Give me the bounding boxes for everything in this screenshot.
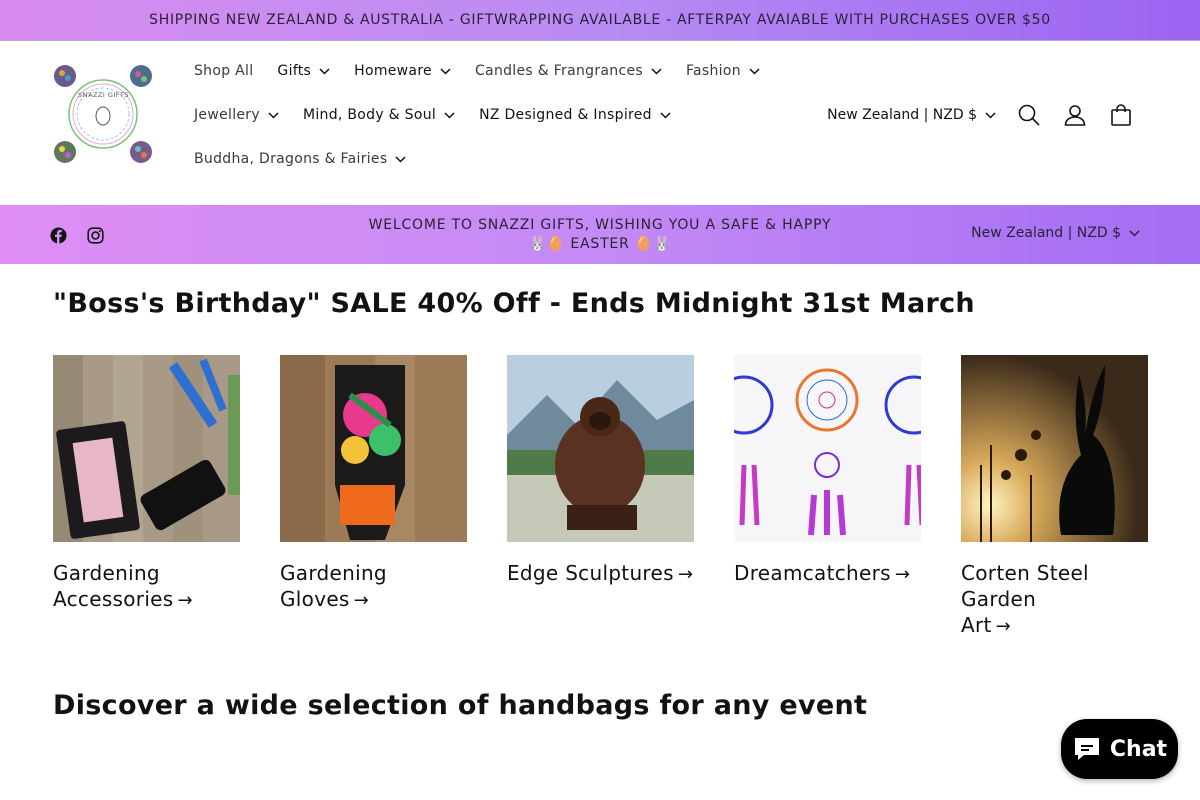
sale-section-title: "Boss's Birthday" SALE 40% Off - Ends Mi… xyxy=(53,288,975,319)
chat-label: Chat xyxy=(1109,736,1168,762)
welcome-line-1: WELCOME TO SNAZZI GIFTS, WISHING YOU A S… xyxy=(368,217,832,233)
collection-image xyxy=(507,355,694,542)
nav-item-shop-all[interactable]: Shop All xyxy=(182,51,265,91)
arrow-right-icon: → xyxy=(677,564,694,585)
arrow-right-icon: → xyxy=(995,616,1012,637)
collection-label-line1: Gardening xyxy=(53,561,160,585)
welcome-message: WELCOME TO SNAZZI GIFTS, WISHING YOU A S… xyxy=(350,216,850,254)
welcome-bar: WELCOME TO SNAZZI GIFTS, WISHING YOU A S… xyxy=(0,205,1200,264)
chevron-down-icon xyxy=(660,111,671,119)
collection-card-dreamcatchers[interactable]: Dreamcatchers → xyxy=(734,355,921,588)
arrow-right-icon: → xyxy=(177,590,193,611)
collection-label: Edge Sculptures → xyxy=(507,560,694,588)
collection-image xyxy=(961,355,1148,542)
locale-label: New Zealand | NZD $ xyxy=(827,107,977,123)
nav-item-fashion[interactable]: Fashion xyxy=(674,51,772,91)
announcement-text: SHIPPING NEW ZEALAND & AUSTRALIA - GIFTW… xyxy=(149,12,1051,28)
collection-label-line1: Corten Steel Garden xyxy=(961,561,1089,611)
collection-label-line2: Art xyxy=(961,613,992,637)
country-currency-selector-secondary[interactable]: New Zealand | NZD $ xyxy=(971,225,1140,241)
chevron-down-icon xyxy=(440,67,451,75)
nav-item-label: Gifts xyxy=(277,63,312,79)
chevron-down-icon xyxy=(985,111,996,119)
handbags-section-title: Discover a wide selection of handbags fo… xyxy=(53,690,868,721)
chevron-down-icon xyxy=(268,111,279,119)
main-nav-row-3: Buddha, Dragons & Fairies xyxy=(182,139,418,179)
collection-label: Gardening Gloves → xyxy=(280,560,467,614)
nav-item-jewellery[interactable]: Jewellery xyxy=(182,95,291,135)
nav-item-mind-body-soul[interactable]: Mind, Body & Soul xyxy=(291,95,467,135)
chat-bubble-icon xyxy=(1074,738,1099,760)
chevron-down-icon xyxy=(395,155,406,163)
collection-label: Dreamcatchers → xyxy=(734,560,921,588)
site-header: SNAZZI GIFTS Shop All Gifts Homeware Candle… xyxy=(0,41,1200,205)
locale-label: New Zealand | NZD $ xyxy=(971,225,1121,241)
chevron-down-icon xyxy=(1129,229,1140,237)
facebook-icon[interactable] xyxy=(48,225,68,245)
chevron-down-icon xyxy=(319,67,330,75)
chat-button[interactable]: Chat xyxy=(1061,719,1178,779)
nav-item-label: Buddha, Dragons & Fairies xyxy=(194,151,388,167)
collection-label-line1: Gardening Gloves xyxy=(280,561,387,611)
header-actions: New Zealand | NZD $ xyxy=(827,93,1144,137)
collection-card-gardening-gloves[interactable]: Gardening Gloves → xyxy=(280,355,467,614)
collection-label-line1: Edge Sculptures xyxy=(507,561,674,585)
chevron-down-icon xyxy=(749,67,760,75)
collection-label-line1: Dreamcatchers xyxy=(734,561,891,585)
nav-item-gifts[interactable]: Gifts xyxy=(265,51,342,91)
nav-item-label: Fashion xyxy=(685,63,741,79)
main-nav-row-1: Shop All Gifts Homeware Candles & Frangranc… xyxy=(182,51,772,91)
nav-item-label: Jewellery xyxy=(194,107,260,123)
nav-item-label: NZ Designed & Inspired xyxy=(479,107,652,123)
collection-label: Gardening Accessories → xyxy=(53,560,240,614)
arrow-right-icon: → xyxy=(894,564,911,585)
collection-card-edge-sculptures[interactable]: Edge Sculptures → xyxy=(507,355,694,588)
nav-item-homeware[interactable]: Homeware xyxy=(342,51,463,91)
search-icon[interactable] xyxy=(1006,93,1052,137)
collection-image xyxy=(734,355,921,542)
nav-item-label: Candles & Frangrances xyxy=(474,63,643,79)
nav-item-label: Homeware xyxy=(354,63,432,79)
logo-text: SNAZZI GIFTS xyxy=(78,91,129,99)
arrow-right-icon: → xyxy=(353,590,370,611)
collection-card-corten-steel-garden-art[interactable]: Corten Steel Garden Art → xyxy=(961,355,1148,640)
collection-label: Corten Steel Garden Art → xyxy=(961,560,1148,640)
instagram-icon[interactable] xyxy=(85,225,105,245)
announcement-bar: SHIPPING NEW ZEALAND & AUSTRALIA - GIFTW… xyxy=(0,0,1200,41)
welcome-line-2: 🐰🥚 EASTER 🥚🐰 xyxy=(528,236,672,252)
country-currency-selector[interactable]: New Zealand | NZD $ xyxy=(827,107,996,123)
collection-image xyxy=(53,355,240,542)
collection-label-line2: Accessories xyxy=(53,587,174,611)
nav-item-nz-designed-inspired[interactable]: NZ Designed & Inspired xyxy=(467,95,683,135)
chevron-down-icon xyxy=(444,111,455,119)
nav-item-label: Shop All xyxy=(194,63,254,79)
collection-image xyxy=(280,355,467,542)
collection-card-gardening-accessories[interactable]: Gardening Accessories → xyxy=(53,355,240,614)
nav-item-buddha-dragons-fairies[interactable]: Buddha, Dragons & Fairies xyxy=(182,139,418,179)
store-logo[interactable]: SNAZZI GIFTS xyxy=(52,63,154,165)
account-icon[interactable] xyxy=(1052,93,1098,137)
nav-item-candles-frangrances[interactable]: Candles & Frangrances xyxy=(463,51,674,91)
cart-icon[interactable] xyxy=(1098,93,1144,137)
main-nav-row-2: Jewellery Mind, Body & Soul NZ Designed & … xyxy=(182,95,683,135)
chevron-down-icon xyxy=(651,67,662,75)
nav-item-label: Mind, Body & Soul xyxy=(302,107,437,123)
